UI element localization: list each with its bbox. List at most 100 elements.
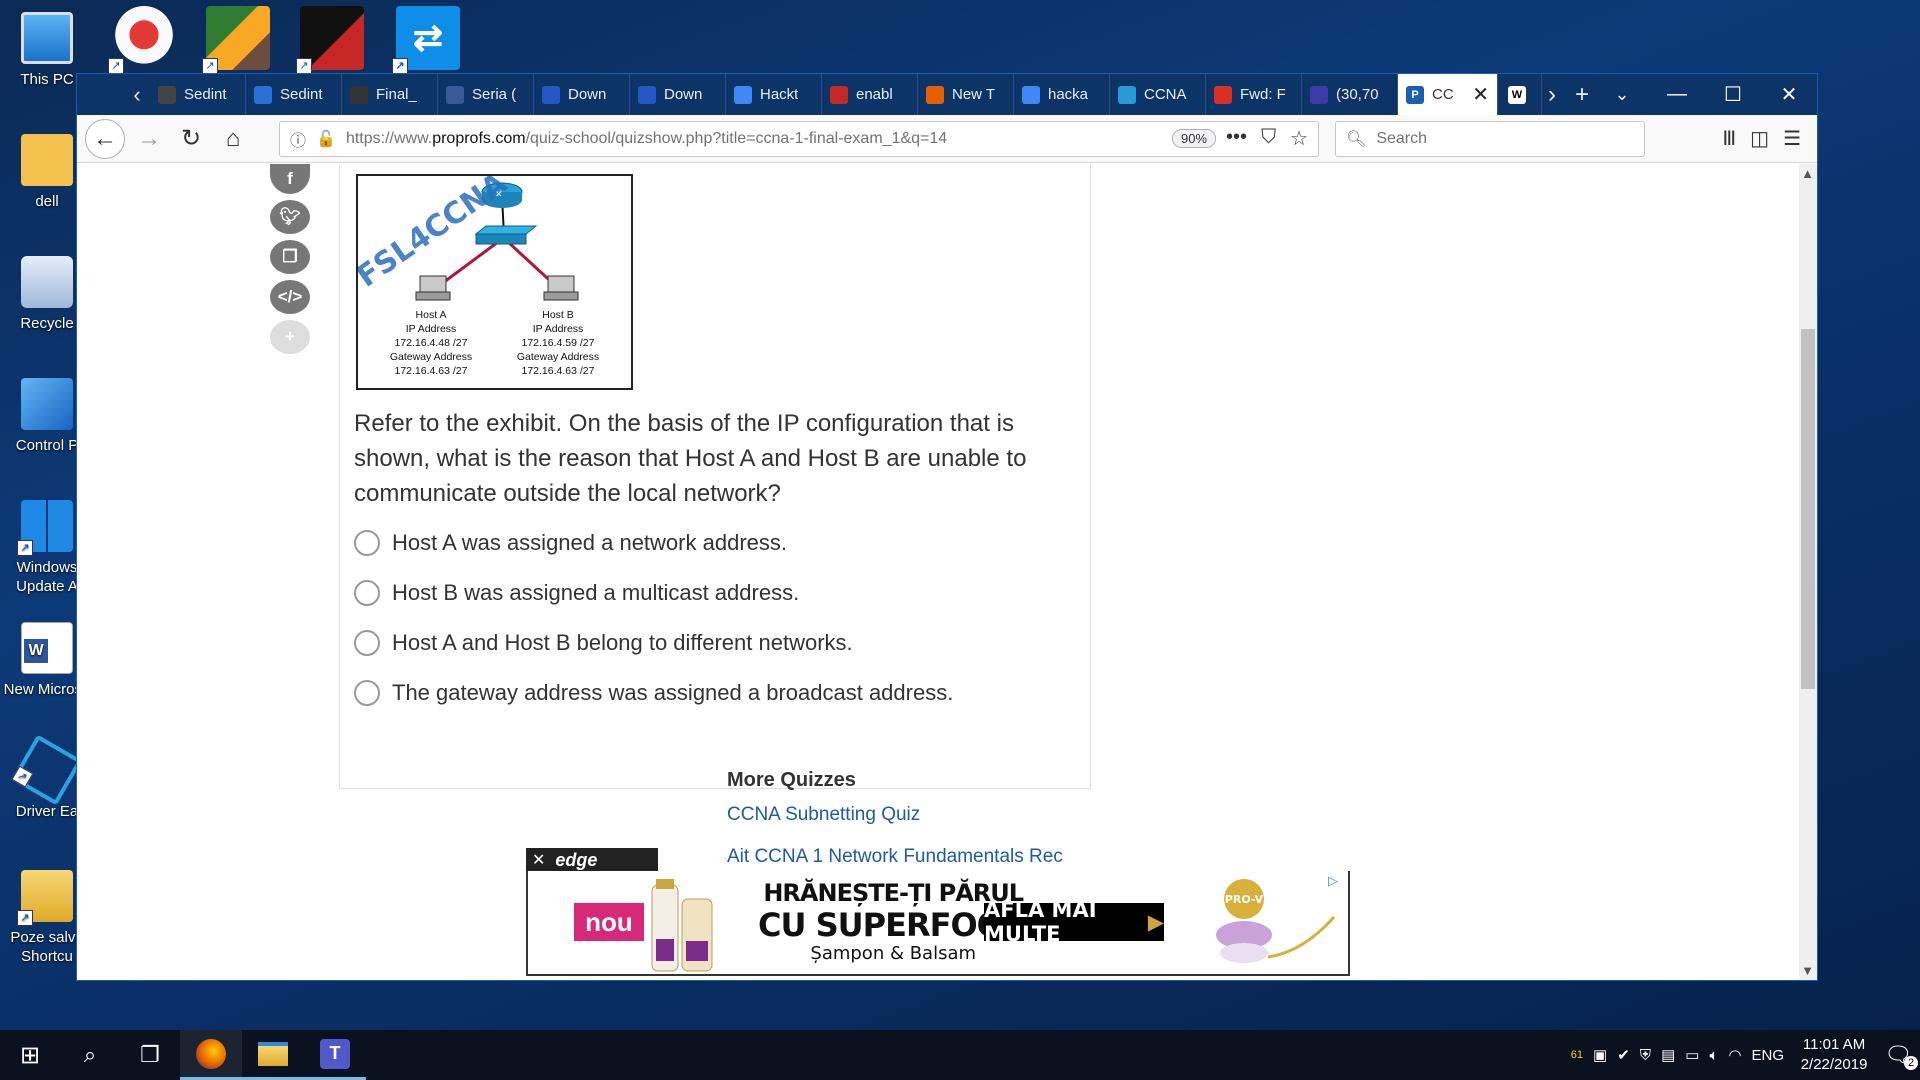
library-icon[interactable]: Ⅲ [1722,126,1736,151]
desktop-app-icon-3[interactable]: ↗ [296,6,364,74]
scroll-up-icon[interactable]: ▲ [1801,166,1814,181]
tab-label: Seria ( [472,86,517,103]
answer-label: Host A and Host B belong to different ne… [392,630,853,655]
notification-center-icon[interactable]: 🗨︎ 2 [1884,1042,1918,1070]
desktop-app-icon-2[interactable]: ↗ [202,6,270,74]
host-a-name: Host A [416,309,447,321]
twitter-share-icon[interactable]: 🐦︎ [270,200,310,234]
embed-code-icon[interactable]: </> [270,280,310,314]
facebook-share-icon[interactable]: f [270,164,310,194]
close-window-button[interactable]: ✕ [1761,74,1817,115]
security-tray-icon[interactable]: ⛨ [1640,1047,1651,1064]
answer-option[interactable]: Host A and Host B belong to different ne… [354,625,1076,661]
browser-tab[interactable]: hacka [1014,74,1110,115]
tab-list-chevron-icon[interactable]: ⌄ [1602,74,1642,115]
tab-scroll-left-icon[interactable]: ‹ [124,74,150,115]
radio-button[interactable] [354,630,380,656]
browser-tab[interactable]: Seria ( [438,74,534,115]
page-actions-icon[interactable]: ••• [1226,126,1247,151]
radio-button[interactable] [354,580,380,606]
reload-button[interactable]: ↻ [173,121,209,157]
answer-option[interactable]: Host B was assigned a multicast address. [354,575,1076,611]
language-indicator[interactable]: ENG [1752,1047,1785,1064]
url-prefix: https://www. [345,129,433,147]
advertisement-banner[interactable]: nou HRĂNEȘTE-ȚI PĂRUL CU SUPERFOOD Șampo… [526,871,1350,976]
taskbar: ⊞ ⌕ ❐ T 61 ▣ ✔ ⛨ ▤ ▭ 🔈︎ ◠ ENG 11:01 AM 2… [0,1030,1920,1080]
answer-label: The gateway address was assigned a broad… [392,680,954,705]
wifi-icon[interactable]: ◠ [1728,1046,1741,1064]
pocket-icon[interactable]: ⛉ [1261,126,1276,151]
tab-wikipedia[interactable]: W [1498,74,1542,115]
more-quizzes-title: More Quizzes [727,769,856,791]
firefox-taskbar-icon[interactable] [180,1030,242,1080]
ad-choices-icon[interactable]: ▷ [1328,873,1344,889]
menu-icon[interactable]: ☰ [1783,126,1801,151]
tab-active[interactable]: P CC ✕ [1398,74,1498,115]
close-tab-icon[interactable]: ✕ [1472,82,1489,107]
related-quiz-link[interactable]: CCNA Subnetting Quiz [727,802,1127,828]
windows-logo-icon: ↗ [17,500,73,556]
tab-label: New T [952,86,996,103]
maximize-button[interactable]: ☐ [1705,74,1761,115]
start-button[interactable]: ⊞ [0,1030,60,1080]
browser-tab[interactable]: Sedint [150,74,246,115]
teams-icon[interactable]: T [304,1030,366,1080]
answer-option[interactable]: Host A was assigned a network address. [354,525,1076,561]
notification-count: 2 [1904,1056,1918,1070]
url-text[interactable]: https://www.proprofs.com/quiz-school/qui… [346,130,1162,148]
shortcut-arrow-icon: ↗ [202,58,218,74]
ad-cta-button[interactable]: AFLĂ MAI MULTE ▶ [984,898,1164,946]
browser-tab[interactable]: Down [534,74,630,115]
radio-button[interactable] [354,680,380,706]
back-button[interactable]: ← [85,118,125,159]
browser-tab[interactable]: New T [918,74,1014,115]
browser-tab[interactable]: Fwd: F [1206,74,1302,115]
more-share-icon[interactable]: + [270,320,310,354]
teamviewer-icon[interactable]: ⇄ ↗ [392,6,460,74]
radio-button[interactable] [354,530,380,556]
network-diagram: ✕ FSL4CCNA Host A IP Address 172.16.4.48… [351,165,600,377]
copy-share-icon[interactable]: ❐ [270,240,310,274]
shortcut-arrow-icon: ↗ [392,58,408,74]
insecure-lock-icon[interactable]: 🔓 [316,129,336,149]
home-button[interactable]: ⌂ [215,121,251,157]
teams-tray-icon[interactable]: ▣ [1593,1046,1607,1064]
search-icon[interactable]: ⌕ [60,1030,120,1080]
file-explorer-icon[interactable] [242,1030,304,1080]
zoom-level-badge[interactable]: 90% [1172,129,1217,148]
browser-tab[interactable]: Down [630,74,726,115]
answer-option[interactable]: The gateway address was assigned a broad… [354,675,1076,711]
browser-tab[interactable]: Sedint [246,74,342,115]
volume-icon[interactable]: 🔈︎ [1709,1047,1718,1064]
minimize-button[interactable]: — [1649,74,1705,115]
battery-icon[interactable]: ▭ [1685,1046,1699,1064]
browser-tab[interactable]: Hackt [726,74,822,115]
sidebar-icon[interactable]: ◫ [1750,126,1769,151]
question-text: Refer to the exhibit. On the basis of th… [354,410,1027,507]
browser-tab[interactable]: (30,70 [1302,74,1398,115]
tab-label: Final_ [376,86,417,103]
forward-button[interactable]: → [131,121,167,157]
host-b-name: Host B [542,309,574,321]
browser-tab[interactable]: enabl [822,74,918,115]
search-bar[interactable]: 🔍︎ Search [1335,120,1645,157]
scroll-down-icon[interactable]: ▼ [1801,963,1814,978]
tab-label: Down [664,86,703,103]
info-icon[interactable]: ⓘ [290,127,306,151]
browser-tab[interactable]: Final_ [342,74,438,115]
display-tray-icon[interactable]: ▤ [1661,1046,1675,1064]
new-tab-button[interactable]: + [1562,74,1602,115]
sync-tray-icon[interactable]: ✔ [1617,1046,1630,1064]
play-arrow-icon: ▶ [1147,910,1164,934]
desktop-app-icon-1[interactable]: ↗ [108,6,176,74]
close-ad-icon[interactable]: ✕ [532,850,545,870]
bookmark-star-icon[interactable]: ☆ [1290,126,1308,151]
url-bar[interactable]: ⓘ 🔓 https://www.proprofs.com/quiz-school… [279,120,1319,157]
browser-tab[interactable]: CCNA [1110,74,1206,115]
tab-scroll-right-icon[interactable]: › [1542,74,1562,115]
scrollbar-thumb[interactable] [1801,329,1815,689]
clock[interactable]: 11:01 AM 2/22/2019 [1794,1035,1874,1075]
vertical-scrollbar[interactable]: ▲ ▼ [1799,164,1817,980]
task-view-icon[interactable]: ❐ [120,1030,180,1080]
d-icon [254,85,272,104]
